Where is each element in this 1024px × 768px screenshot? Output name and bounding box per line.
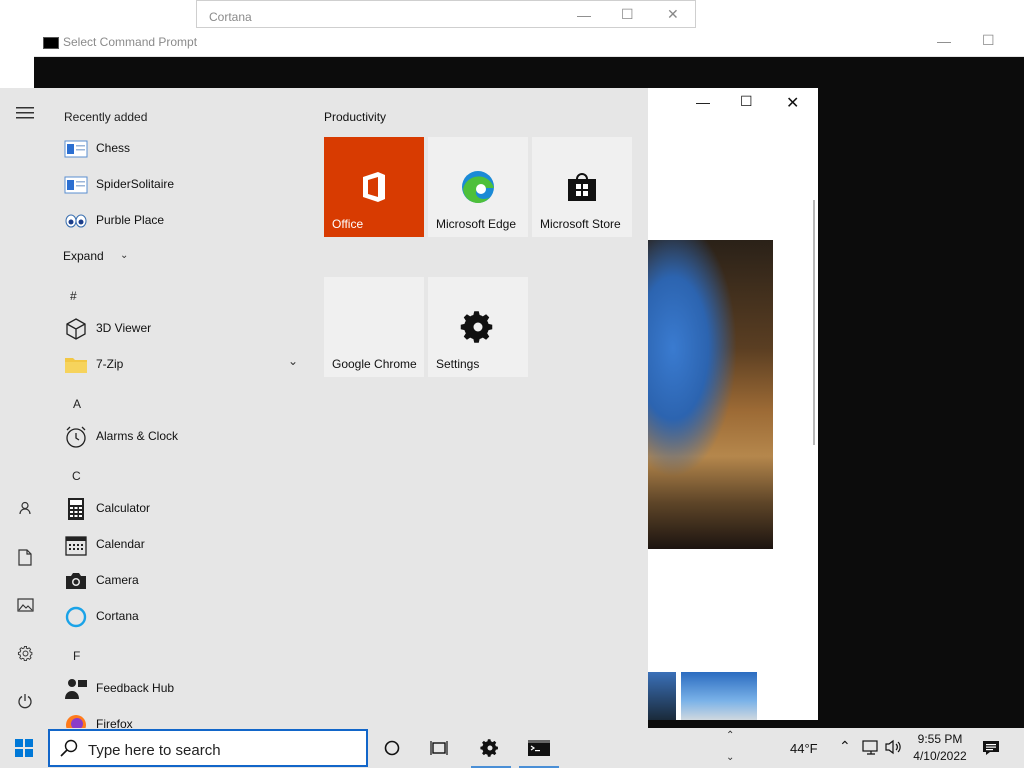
edge-icon xyxy=(460,169,496,205)
calculator-icon xyxy=(64,497,88,521)
image-thumbnail[interactable] xyxy=(648,672,676,720)
section-header-c[interactable]: C xyxy=(72,469,81,483)
expand-button[interactable]: Expand ⌄ xyxy=(62,240,312,274)
documents-icon[interactable] xyxy=(14,549,36,571)
cube-icon xyxy=(64,317,88,341)
weather-temp[interactable]: 44°F xyxy=(790,741,818,756)
app-list: Recently added Chess SpiderSolitaire Pur… xyxy=(48,88,312,728)
camera-icon xyxy=(64,569,88,593)
close-icon[interactable]: ✕ xyxy=(786,93,799,113)
app-item-purble-place[interactable]: Purble Place xyxy=(62,204,312,238)
chevron-down-icon: ⌄ xyxy=(120,250,129,261)
tiles-area: Productivity Office Microsoft Edge Micro… xyxy=(312,88,648,728)
command-prompt-taskbar-icon[interactable] xyxy=(524,734,554,762)
tile-group-title[interactable]: Productivity xyxy=(324,110,386,124)
section-header-f[interactable]: F xyxy=(73,649,80,663)
hamburger-menu-icon[interactable] xyxy=(14,105,36,127)
app-item-spidersolitaire[interactable]: SpiderSolitaire xyxy=(62,168,312,202)
feedback-hub-icon xyxy=(64,677,88,701)
start-button[interactable] xyxy=(9,734,39,762)
close-icon[interactable]: ✕ xyxy=(667,6,679,23)
command-prompt-titlebar[interactable]: Select Command Prompt — ☐ xyxy=(34,28,1024,57)
app-item-cortana[interactable]: Cortana xyxy=(62,600,312,634)
app-item-3d-viewer[interactable]: 3D Viewer xyxy=(62,312,312,346)
network-icon[interactable] xyxy=(862,740,880,761)
recently-added-heading: Recently added xyxy=(64,110,148,124)
taskbar-search-box[interactable] xyxy=(48,729,368,767)
start-menu: Recently added Chess SpiderSolitaire Pur… xyxy=(0,88,648,728)
taskbar-scroll[interactable]: ⌃ ⌄ xyxy=(723,728,739,768)
wallpaper-image xyxy=(648,240,773,549)
section-header-a[interactable]: A xyxy=(73,397,81,411)
clock-date[interactable]: 4/10/2022 xyxy=(908,749,972,763)
alarm-clock-icon xyxy=(64,425,88,449)
app-item-firefox[interactable]: Firefox xyxy=(62,708,312,728)
app-item-7zip[interactable]: 7-Zip ⌄ xyxy=(62,348,312,382)
maximize-icon[interactable]: ☐ xyxy=(982,32,995,49)
cortana-icon xyxy=(64,605,88,629)
volume-icon[interactable] xyxy=(885,739,903,760)
image-thumbnail[interactable] xyxy=(681,672,757,720)
app-item-calendar[interactable]: Calendar xyxy=(62,528,312,562)
maximize-icon[interactable]: ☐ xyxy=(740,93,753,110)
taskbar: ⌃ ⌄ 44°F ⌃ 9:55 PM 4/10/2022 xyxy=(0,728,1024,768)
pictures-icon[interactable] xyxy=(14,597,36,619)
tile-microsoft-store[interactable]: Microsoft Store xyxy=(532,137,632,237)
chevron-down-icon[interactable]: ⌄ xyxy=(288,354,298,368)
minimize-icon[interactable]: — xyxy=(577,7,591,23)
tile-settings[interactable]: Settings xyxy=(428,277,528,377)
cortana-window-title: Cortana xyxy=(209,10,252,24)
chevron-up-icon[interactable]: ⌃ xyxy=(726,730,734,741)
command-prompt-title: Select Command Prompt xyxy=(63,35,198,49)
tile-office[interactable]: Office xyxy=(324,137,424,237)
start-rail xyxy=(0,88,48,728)
task-view-icon[interactable] xyxy=(424,734,454,762)
minimize-icon[interactable]: — xyxy=(937,33,951,49)
user-icon[interactable] xyxy=(14,500,36,522)
taskbar-settings-icon[interactable] xyxy=(475,734,505,762)
tile-google-chrome[interactable]: Google Chrome xyxy=(324,277,424,377)
app-item-feedback-hub[interactable]: Feedback Hub xyxy=(62,672,312,706)
app-item-chess[interactable]: Chess xyxy=(62,132,312,166)
scrollbar[interactable] xyxy=(813,200,815,445)
search-input[interactable] xyxy=(86,738,360,762)
minimize-icon[interactable]: — xyxy=(696,94,710,110)
settings-gear-icon[interactable] xyxy=(14,645,36,667)
cortana-circle-icon[interactable] xyxy=(377,734,407,762)
cmd-icon xyxy=(43,37,59,49)
spider-solitaire-icon xyxy=(64,173,88,197)
maximize-icon[interactable]: ☐ xyxy=(621,6,634,23)
notifications-icon[interactable] xyxy=(982,739,1000,762)
power-icon[interactable] xyxy=(14,693,36,715)
calendar-icon xyxy=(64,533,88,557)
office-icon xyxy=(356,169,392,205)
chess-icon xyxy=(64,137,88,161)
purble-place-icon xyxy=(64,209,88,233)
app-item-alarms-clock[interactable]: Alarms & Clock xyxy=(62,420,312,454)
shopping-bag-icon xyxy=(564,169,600,205)
tile-microsoft-edge[interactable]: Microsoft Edge xyxy=(428,137,528,237)
folder-icon xyxy=(64,353,88,377)
show-hidden-icons-chevron-icon[interactable]: ⌃ xyxy=(839,738,851,755)
firefox-icon xyxy=(64,713,88,728)
chevron-down-icon[interactable]: ⌄ xyxy=(726,752,734,763)
gear-icon xyxy=(460,309,496,345)
section-header-hash[interactable]: # xyxy=(70,289,77,303)
clock-time[interactable]: 9:55 PM xyxy=(908,732,972,746)
app-item-calculator[interactable]: Calculator xyxy=(62,492,312,526)
cortana-window: Cortana — ☐ ✕ xyxy=(196,0,696,28)
search-icon xyxy=(60,739,78,762)
app-item-camera[interactable]: Camera xyxy=(62,564,312,598)
